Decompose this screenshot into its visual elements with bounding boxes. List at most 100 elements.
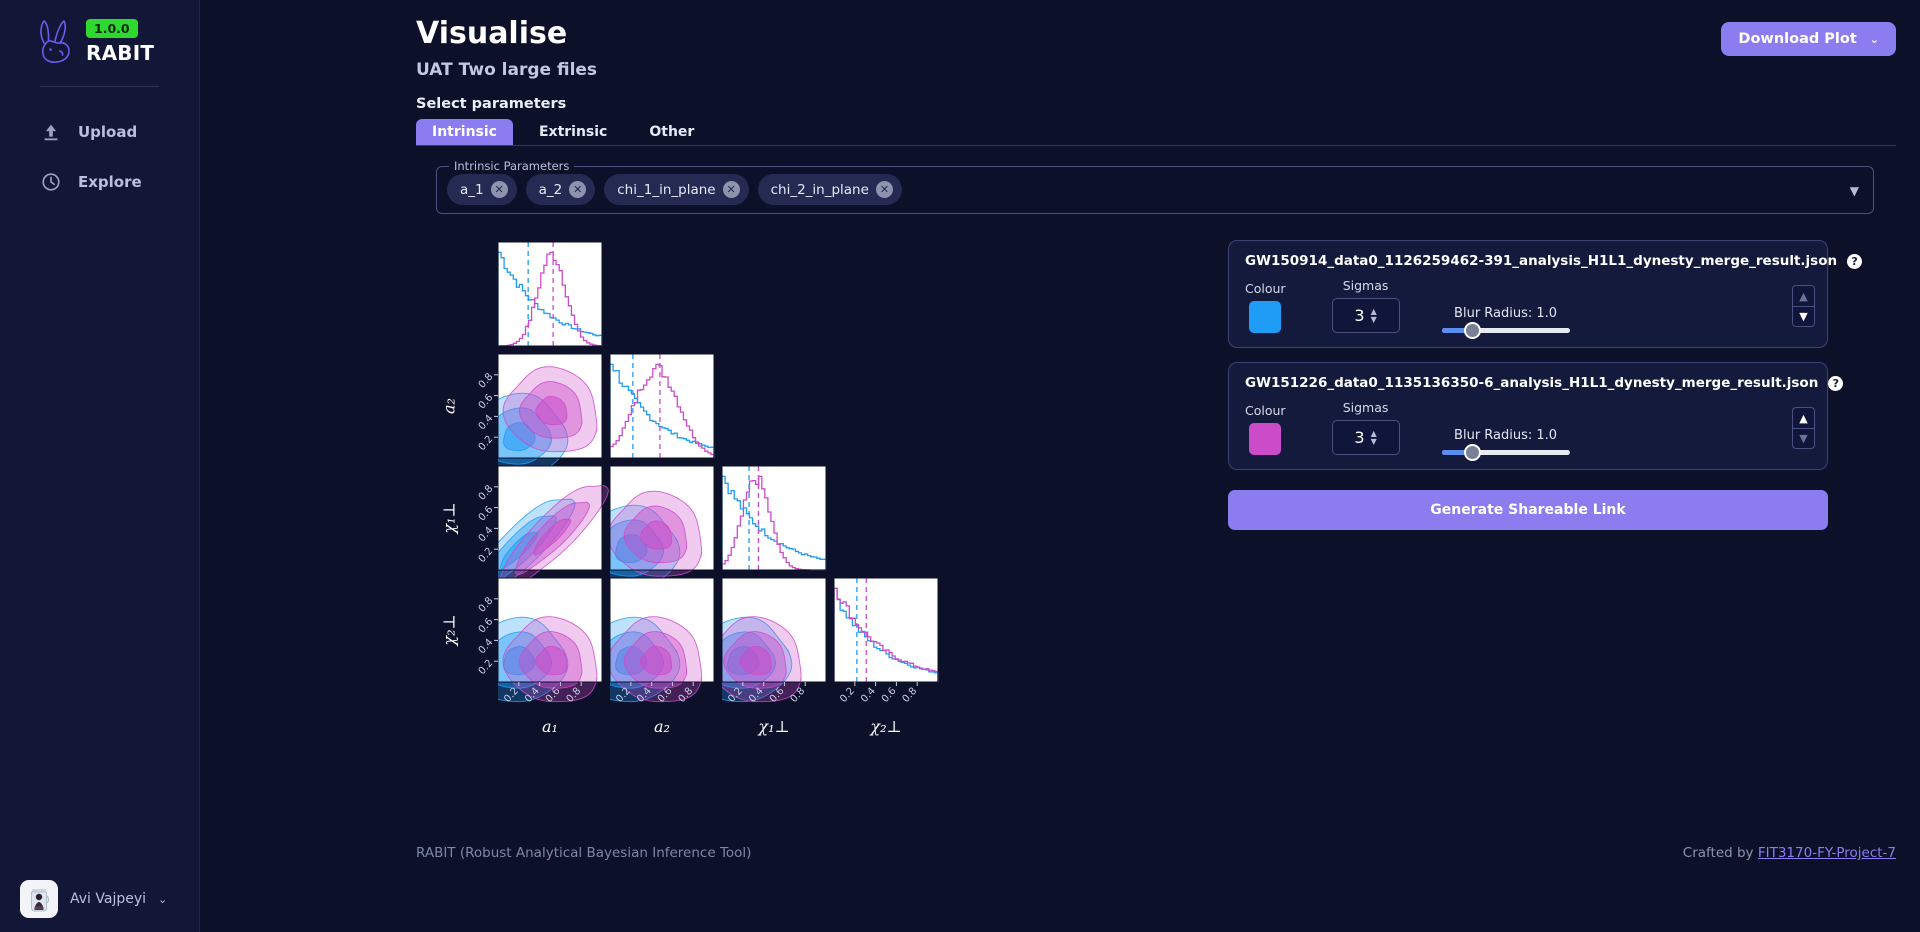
colour-label: Colour <box>1245 281 1286 296</box>
sidebar-item-upload[interactable]: Upload <box>0 113 199 151</box>
avatar-jar-icon <box>20 880 58 918</box>
file-name: GW151226_data0_1135136350-6_analysis_H1L… <box>1245 375 1819 391</box>
colour-swatch[interactable] <box>1249 301 1282 333</box>
download-plot-label: Download Plot <box>1738 31 1857 47</box>
main-content: Visualise UAT Two large files Select par… <box>200 0 1920 932</box>
y-tick-label: 0.2 <box>477 434 496 453</box>
chevron-down-icon: ⌄ <box>1869 32 1879 46</box>
y-tick-label: 0.2 <box>477 546 496 565</box>
reorder-controls: ▲ ▼ <box>1792 285 1815 327</box>
y-tick-label: 0.8 <box>477 371 496 390</box>
parameter-chip-label: chi_1_in_plane <box>617 181 716 198</box>
file-card-header: GW151226_data0_1135136350-6_analysis_H1L… <box>1245 375 1844 391</box>
colour-swatch[interactable] <box>1249 423 1282 455</box>
x-tick-label: 0.2 <box>838 686 857 705</box>
y-tick-label: 0.6 <box>477 616 496 635</box>
blur-radius-slider[interactable] <box>1441 444 1570 461</box>
parameter-chip: chi_1_in_plane ✕ <box>604 174 749 205</box>
close-icon[interactable]: ✕ <box>490 181 508 198</box>
sigmas-label: Sigmas <box>1342 278 1389 293</box>
file-card-header: GW150914_data0_1126259462-391_analysis_H… <box>1245 253 1863 269</box>
version-badge: 1.0.0 <box>86 19 138 38</box>
close-icon[interactable]: ✕ <box>722 181 740 198</box>
sidebar-item-label-explore: Explore <box>78 173 142 191</box>
generate-shareable-link-button[interactable]: Generate Shareable Link <box>1228 490 1828 530</box>
colour-label: Colour <box>1245 403 1286 418</box>
file-card: GW150914_data0_1126259462-391_analysis_H… <box>1228 240 1863 348</box>
blur-radius-slider[interactable] <box>1441 322 1570 339</box>
select-parameters-label: Select parameters <box>416 96 567 112</box>
tab-other[interactable]: Other <box>633 119 710 145</box>
move-up-button[interactable]: ▲ <box>1792 407 1815 428</box>
slider-handle[interactable] <box>1463 444 1481 461</box>
brand-name: RABIT <box>86 41 155 65</box>
x-tick-label: 0.6 <box>880 686 899 705</box>
y-axis-label: χ₁⊥ <box>440 502 459 534</box>
file-card-controls: Colour Sigmas 3 ▲ ▼ Blur Radius: 1.0 <box>1245 278 1811 339</box>
slider-handle[interactable] <box>1463 322 1481 339</box>
help-icon[interactable]: ? <box>1847 253 1863 269</box>
y-axis-label: χ₂⊥ <box>440 614 459 646</box>
close-icon[interactable]: ✕ <box>569 181 587 198</box>
sigmas-control: Sigmas 3 ▲ ▼ <box>1331 278 1400 333</box>
reorder-controls: ▲ ▼ <box>1792 407 1815 449</box>
sigmas-stepper[interactable]: ▲ ▼ <box>1371 430 1377 446</box>
corner-contour-panel <box>609 465 715 591</box>
tab-extrinsic[interactable]: Extrinsic <box>523 119 623 145</box>
y-tick-label: 0.4 <box>477 413 496 432</box>
rabbit-logo-icon <box>40 20 70 63</box>
x-tick-label: 0.8 <box>901 686 920 705</box>
sigmas-control: Sigmas 3 ▲ ▼ <box>1331 400 1400 455</box>
parameter-chip-label: chi_2_in_plane <box>770 181 869 198</box>
blur-radius-label: Blur Radius: 1.0 <box>1454 428 1558 443</box>
x-axis-label: χ₂⊥ <box>869 717 901 736</box>
page-title: Visualise <box>416 16 568 51</box>
y-tick-label: 0.4 <box>477 637 496 656</box>
sidebar: 1.0.0 RABIT Upload Explore Avi Vajpeyi ⌄ <box>0 0 200 932</box>
clock-icon <box>42 173 60 191</box>
y-tick-label: 0.2 <box>477 658 496 677</box>
move-down-button[interactable]: ▼ <box>1792 306 1815 327</box>
upload-icon <box>44 124 58 141</box>
y-tick-label: 0.8 <box>477 595 496 614</box>
parameter-select-field[interactable]: Intrinsic Parameters a_1 ✕ a_2 ✕ chi_1_i… <box>436 159 1874 214</box>
parameter-chip: a_1 ✕ <box>447 174 517 205</box>
sidebar-nav: Upload Explore <box>0 113 199 201</box>
chevron-down-icon[interactable]: ⌄ <box>158 893 167 906</box>
parameter-select-legend: Intrinsic Parameters <box>449 159 575 173</box>
blur-radius-control: Blur Radius: 1.0 <box>1441 306 1570 339</box>
parameter-chip: a_2 ✕ <box>525 174 596 205</box>
sigmas-stepper[interactable]: ▲ ▼ <box>1371 308 1377 324</box>
help-icon[interactable]: ? <box>1828 375 1844 391</box>
file-settings-panel: GW150914_data0_1126259462-391_analysis_H… <box>1228 240 1863 530</box>
blur-radius-label: Blur Radius: 1.0 <box>1454 306 1558 321</box>
blur-radius-control: Blur Radius: 1.0 <box>1441 428 1570 461</box>
move-down-button[interactable]: ▼ <box>1792 428 1815 449</box>
move-up-button[interactable]: ▲ <box>1792 285 1815 306</box>
chevron-down-icon[interactable]: ▼ <box>1850 184 1859 198</box>
user-menu[interactable]: Avi Vajpeyi ⌄ <box>0 880 200 918</box>
corner-contour-panel <box>609 577 715 703</box>
crafted-link[interactable]: FIT3170-FY-Project-7 <box>1758 845 1896 861</box>
brand-block: 1.0.0 RABIT <box>0 0 199 66</box>
x-axis-label: χ₁⊥ <box>757 717 789 736</box>
x-axis-label: a₁ <box>542 717 558 736</box>
file-card-controls: Colour Sigmas 3 ▲ ▼ Blur Radius: 1.0 <box>1245 400 1811 461</box>
colour-control: Colour <box>1245 281 1286 333</box>
tab-intrinsic[interactable]: Intrinsic <box>416 119 513 145</box>
corner-hist-panel <box>497 241 603 347</box>
sigmas-input[interactable]: 3 ▲ ▼ <box>1331 298 1400 333</box>
y-tick-label: 0.6 <box>477 504 496 523</box>
file-card: GW151226_data0_1135136350-6_analysis_H1L… <box>1228 362 1844 470</box>
y-tick-label: 0.8 <box>477 483 496 502</box>
sidebar-divider <box>40 86 159 87</box>
user-name: Avi Vajpeyi <box>70 891 147 907</box>
sigmas-input[interactable]: 3 ▲ ▼ <box>1331 420 1400 455</box>
download-plot-button[interactable]: Download Plot ⌄ <box>1721 22 1896 56</box>
sidebar-item-explore[interactable]: Explore <box>0 163 199 201</box>
sigmas-value: 3 <box>1354 306 1365 325</box>
corner-plot: 0.2 0.4 0.6 0.8 0.2 0.4 0.6 0.8 0.2 0.4 0.6 0.8 0.2 0… <box>416 236 1216 756</box>
close-icon[interactable]: ✕ <box>875 181 893 198</box>
sigmas-label: Sigmas <box>1342 400 1389 415</box>
parameter-chip-list: a_1 ✕ a_2 ✕ chi_1_in_plane ✕ chi_2_in_pl… <box>447 174 902 205</box>
